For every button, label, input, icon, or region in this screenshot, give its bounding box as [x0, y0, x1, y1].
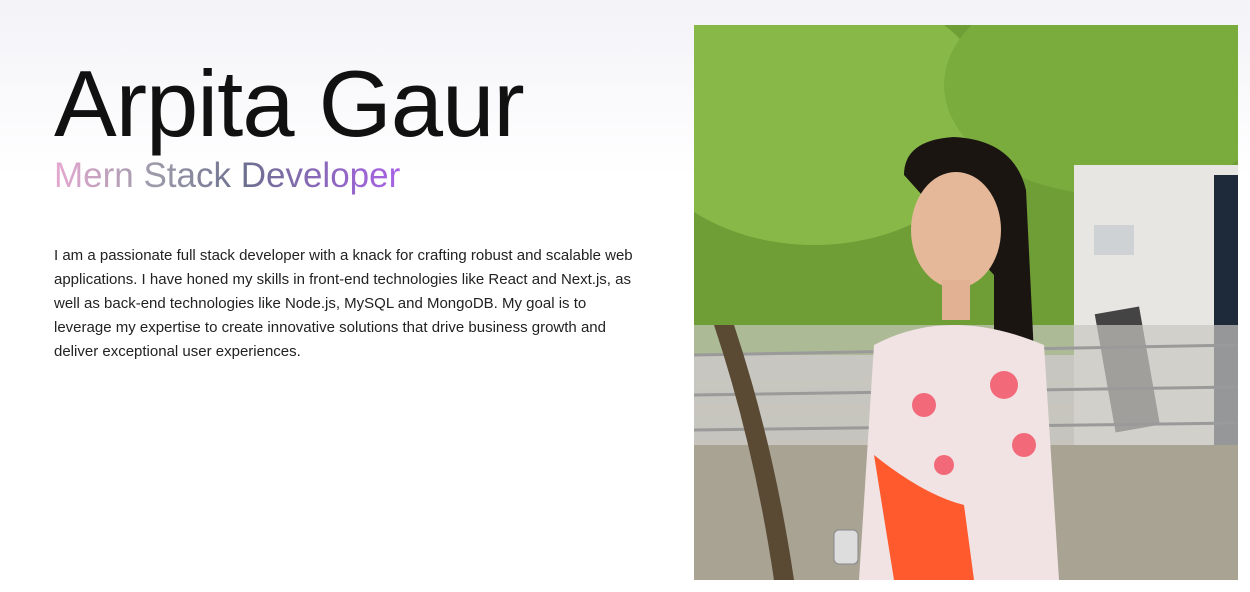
hero-name: Arpita Gaur	[54, 51, 525, 156]
profile-photo-illustration	[694, 25, 1238, 580]
hero-text: Arpita Gaur Mern Stack Developer I am a …	[54, 52, 654, 364]
profile-photo	[694, 25, 1238, 580]
hero-bio: I am a passionate full stack developer w…	[54, 247, 633, 360]
hero-role: Mern Stack Developer	[54, 156, 401, 195]
